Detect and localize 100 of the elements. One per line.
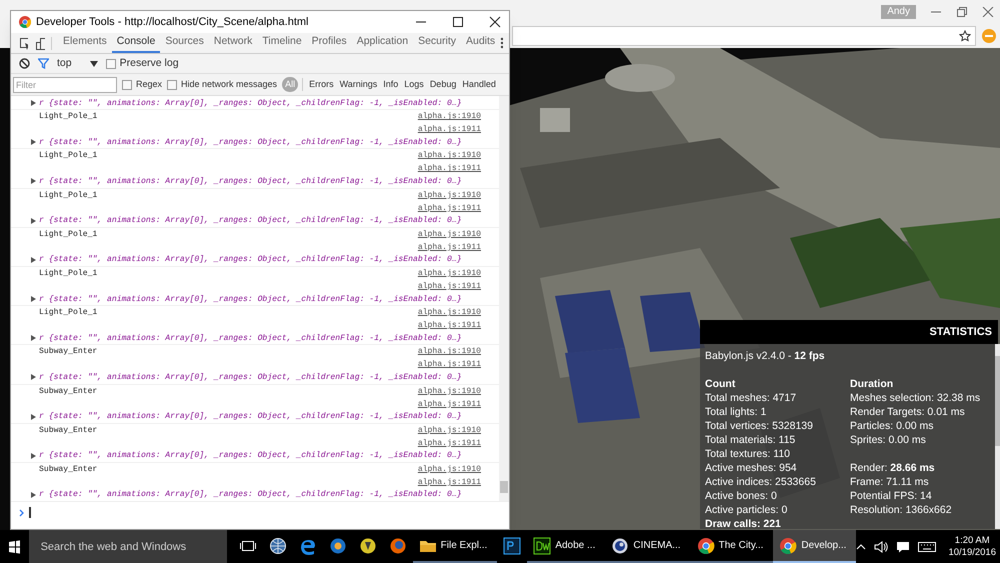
keyboard-icon[interactable] (918, 542, 936, 552)
source-link[interactable]: alpha.js:1911 (418, 436, 481, 450)
panel-tab[interactable]: Profiles (306, 33, 352, 53)
expand-triangle-icon[interactable] (31, 139, 36, 146)
expand-triangle-icon[interactable] (31, 492, 36, 498)
object-preview[interactable]: r {state: "", animations: Array[0], _ranges: Object, _childrenFlag: -1, _isEnabled: 0…} (39, 292, 462, 306)
maximize-icon[interactable] (452, 16, 464, 28)
notification-icon[interactable] (896, 540, 910, 552)
source-link[interactable]: alpha.js:1910 (418, 384, 481, 398)
checkbox[interactable] (106, 58, 116, 68)
checkbox[interactable] (167, 80, 178, 90)
panel-tab[interactable]: Application (352, 33, 414, 53)
windows-icon[interactable] (9, 540, 20, 554)
taskbar-app[interactable]: CINEMA... (605, 530, 691, 563)
source-link[interactable]: alpha.js:1911 (418, 202, 481, 215)
device-icon[interactable] (36, 36, 46, 50)
object-preview[interactable]: r {state: "", animations: Array[0], _ranges: Object, _childrenFlag: -1, _isEnabled: 0…} (39, 410, 462, 424)
filter-icon[interactable] (38, 58, 49, 69)
source-link[interactable]: alpha.js:1911 (418, 476, 481, 489)
expand-triangle-icon[interactable] (31, 414, 36, 420)
expand-triangle-icon[interactable] (31, 256, 36, 263)
stat-line: Total meshes: 4717 (705, 391, 796, 405)
dropdown-icon[interactable] (90, 60, 98, 66)
expand-triangle-icon[interactable] (31, 374, 36, 380)
object-preview[interactable]: r {state: "", animations: Array[0], _ranges: Object, _childrenFlag: -1, _isEnabled: 0…} (39, 214, 462, 228)
stat-line: Particles: 0.00 ms (850, 419, 934, 433)
source-link[interactable]: alpha.js:1910 (418, 110, 481, 124)
object-preview[interactable]: r {state: "", animations: Array[0], _ranges: Object, _childrenFlag: -1, _isEnabled: 0…} (39, 174, 462, 188)
context-select[interactable]: top (57, 56, 72, 72)
inspect-icon[interactable] (19, 36, 28, 50)
object-preview[interactable]: r {state: "", animations: Array[0], _ranges: Object, _childrenFlag: -1, _isEnabled: 0…} (39, 253, 462, 266)
object-preview[interactable]: r {state: "", animations: Array[0], _ranges: Object, _childrenFlag: -1, _isEnabled: 0…} (39, 136, 462, 149)
taskbar-app[interactable]: Develop... (773, 530, 856, 563)
level-filter[interactable]: Warnings (338, 77, 380, 92)
source-link[interactable]: alpha.js:1910 (418, 228, 481, 241)
checkbox-label[interactable]: Preserve log (120, 56, 179, 72)
level-filter[interactable]: Handled (460, 77, 498, 92)
source-link[interactable]: alpha.js:1910 (418, 345, 481, 358)
source-link[interactable]: alpha.js:1910 (418, 149, 481, 162)
chrome-logo-icon (696, 536, 715, 554)
clear-icon[interactable] (19, 58, 30, 69)
expand-triangle-icon[interactable] (31, 335, 36, 342)
source-link[interactable]: alpha.js:1910 (418, 306, 481, 320)
taskbar-app[interactable]: File Expl... (412, 530, 498, 563)
expand-triangle-icon[interactable] (31, 178, 36, 184)
stat-line: Active indices: 2533665 (705, 475, 816, 489)
taskbar-app[interactable]: Adobe ... (527, 530, 606, 563)
restore-icon[interactable] (956, 7, 968, 17)
chevron-up-icon[interactable] (856, 544, 866, 550)
panel-tab[interactable]: Timeline (257, 33, 307, 53)
filter-field[interactable]: Filter (13, 76, 117, 92)
object-preview[interactable]: r {state: "", animations: Array[0], _ranges: Object, _childrenFlag: -1, _isEnabled: 0…} (39, 332, 462, 345)
source-link[interactable]: alpha.js:1911 (418, 358, 481, 372)
checkbox-label[interactable]: Hide network messages (181, 78, 278, 92)
source-link[interactable]: alpha.js:1911 (418, 162, 481, 176)
object-preview[interactable]: r {state: "", animations: Array[0], _ranges: Object, _childrenFlag: -1, _isEnabled: 0…} (39, 370, 462, 384)
level-filter[interactable]: Logs (402, 77, 426, 92)
log-message: Light_Pole_1 (38, 228, 98, 241)
stat-line: Active meshes: 954 (705, 461, 797, 475)
panel-tab[interactable]: Security (413, 33, 461, 53)
triangle-badge-icon (358, 536, 377, 554)
source-link[interactable]: alpha.js:1910 (418, 424, 481, 437)
log-message: Subway_Enter (38, 424, 98, 437)
expand-triangle-icon[interactable] (31, 100, 36, 106)
panel-tab[interactable]: Audits (461, 33, 500, 53)
log-message: Light_Pole_1 (38, 268, 98, 280)
panel-tab[interactable]: Elements (58, 33, 112, 53)
source-link[interactable]: alpha.js:1910 (418, 188, 481, 202)
source-link[interactable]: alpha.js:1911 (418, 240, 481, 254)
log-message: Light_Pole_1 (38, 150, 98, 162)
expand-triangle-icon[interactable] (31, 452, 36, 459)
source-link[interactable]: alpha.js:1910 (418, 462, 481, 476)
source-link[interactable]: alpha.js:1911 (418, 123, 481, 136)
object-preview[interactable]: r {state: "", animations: Array[0], _ranges: Object, _childrenFlag: -1, _isEnabled: 0…} (39, 488, 462, 502)
checkbox-label[interactable]: Regex (136, 78, 162, 92)
speaker-icon[interactable] (874, 540, 888, 552)
panel-tab[interactable]: Network (208, 33, 258, 53)
source-link[interactable]: alpha.js:1910 (418, 266, 481, 280)
checkbox[interactable] (122, 80, 132, 90)
source-link[interactable]: alpha.js:1911 (418, 319, 481, 332)
level-filter[interactable]: Debug (428, 77, 458, 92)
expand-triangle-icon[interactable] (31, 296, 36, 302)
close-icon[interactable] (489, 16, 501, 28)
level-filter[interactable]: Info (381, 77, 400, 92)
dw-app-icon (533, 536, 552, 554)
log-message: Subway_Enter (38, 464, 98, 476)
search-field[interactable]: Search the web and Windows (28, 530, 227, 563)
clock-time[interactable]: 1:20 AM (954, 534, 990, 546)
object-preview[interactable]: r {state: "", animations: Array[0], _ranges: Object, _childrenFlag: -1, _isEnabled: 0…} (39, 96, 462, 110)
object-preview[interactable]: r {state: "", animations: Array[0], _ranges: Object, _childrenFlag: -1, _isEnabled: 0…} (39, 449, 462, 462)
panel-tab[interactable]: Sources (160, 33, 209, 53)
source-link[interactable]: alpha.js:1911 (418, 398, 481, 410)
star-icon[interactable] (959, 30, 971, 42)
address-field[interactable] (512, 26, 976, 46)
expand-triangle-icon[interactable] (31, 218, 36, 224)
clock-date[interactable]: 10/19/2016 (948, 546, 996, 558)
scrollbar[interactable] (499, 96, 509, 501)
more-icon[interactable] (500, 37, 503, 49)
level-filter[interactable]: Errors (307, 77, 336, 92)
source-link[interactable]: alpha.js:1911 (418, 280, 481, 293)
